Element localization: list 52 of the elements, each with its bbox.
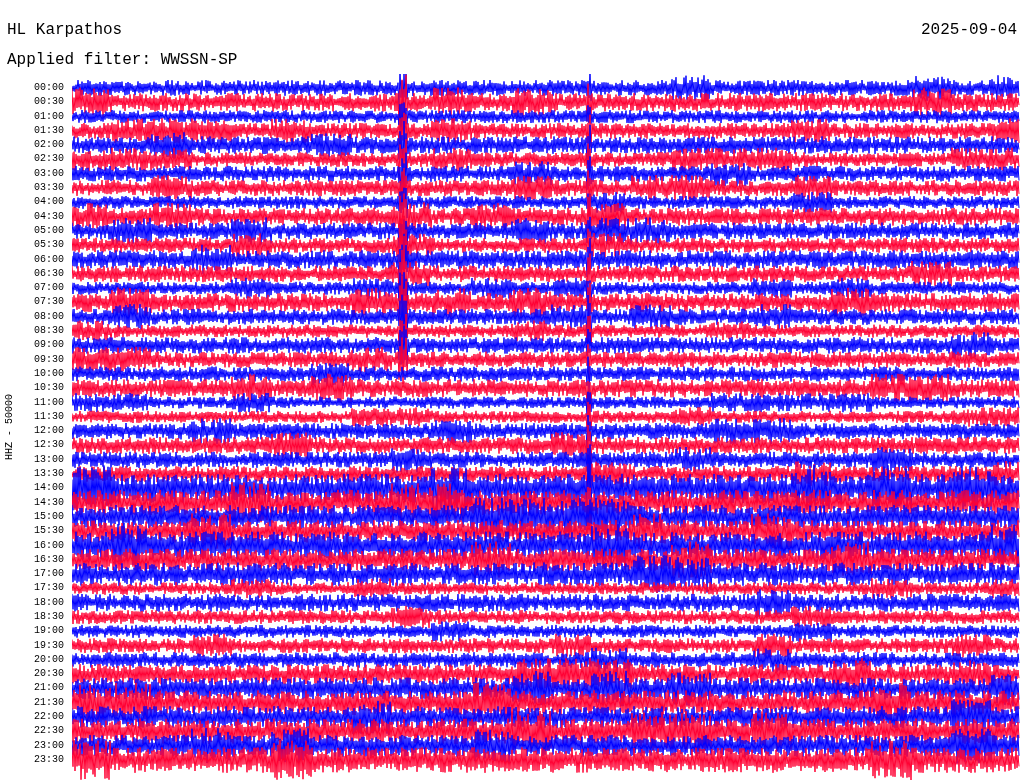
- time-label: 01:00: [34, 109, 64, 124]
- time-label: 08:30: [34, 324, 64, 339]
- time-label: 19:00: [34, 624, 64, 639]
- time-label: 06:00: [34, 252, 64, 267]
- time-label: 06:30: [34, 266, 64, 281]
- time-label: 17:30: [34, 581, 64, 596]
- time-label: 17:00: [34, 567, 64, 582]
- time-label: 14:00: [34, 481, 64, 496]
- time-label: 04:00: [34, 195, 64, 210]
- time-label: 02:30: [34, 152, 64, 167]
- time-label: 15:00: [34, 509, 64, 524]
- time-label: 11:00: [34, 395, 64, 410]
- time-label: 02:00: [34, 138, 64, 153]
- time-label: 16:00: [34, 538, 64, 553]
- time-label: 16:30: [34, 552, 64, 567]
- time-label: 12:00: [34, 424, 64, 439]
- filter-label: Applied filter: WWSSN-SP: [7, 51, 238, 69]
- time-label: 22:00: [34, 710, 64, 725]
- time-label: 00:00: [34, 81, 64, 95]
- time-label: 04:30: [34, 209, 64, 224]
- time-label: 20:30: [34, 667, 64, 682]
- time-label: 11:30: [34, 409, 64, 424]
- time-label: 08:00: [34, 309, 64, 324]
- time-label: 23:30: [34, 752, 64, 767]
- time-label: 18:00: [34, 595, 64, 610]
- time-label: 14:30: [34, 495, 64, 510]
- time-label: 07:00: [34, 281, 64, 296]
- time-label: 23:00: [34, 738, 64, 753]
- time-label: 20:00: [34, 652, 64, 667]
- time-label: 12:30: [34, 438, 64, 453]
- time-label: 05:00: [34, 223, 64, 238]
- time-label: 01:30: [34, 123, 64, 138]
- time-label: 05:30: [34, 238, 64, 253]
- time-label: 03:00: [34, 166, 64, 181]
- time-label: 13:30: [34, 467, 64, 481]
- date-label: 2025-09-04: [921, 21, 1017, 39]
- time-label: 21:30: [34, 695, 64, 710]
- time-label: 19:30: [34, 638, 64, 653]
- time-label: 15:30: [34, 524, 64, 539]
- time-label: 22:30: [34, 724, 64, 739]
- time-label: 10:00: [34, 366, 64, 381]
- time-label: 09:30: [34, 352, 64, 367]
- axis-label: HHZ - 50000: [4, 394, 16, 460]
- time-label: 10:30: [34, 381, 64, 396]
- time-label: 07:30: [34, 295, 64, 310]
- time-label: 21:00: [34, 681, 64, 696]
- time-label: 18:30: [34, 610, 64, 624]
- station-title: HL Karpathos: [7, 21, 123, 39]
- time-label: 03:30: [34, 181, 64, 196]
- time-label: 13:00: [34, 452, 64, 467]
- time-label: 09:00: [34, 338, 64, 353]
- time-label: 00:30: [34, 95, 64, 110]
